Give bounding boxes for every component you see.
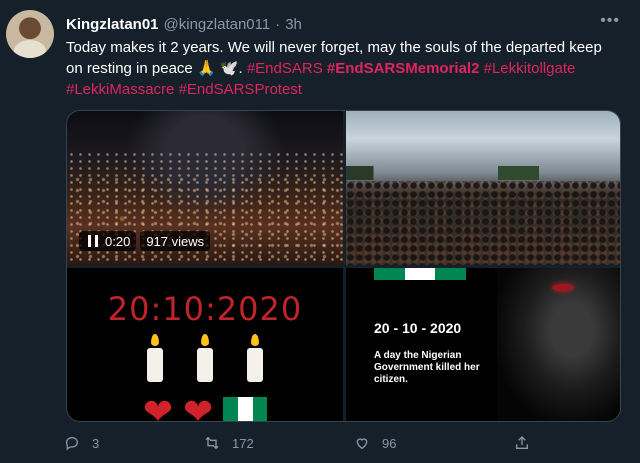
photo-memorial-poster[interactable]: 20 - 10 - 2020 A day the Nigerian Govern… [346,268,620,421]
more-options-icon[interactable]: ••• [600,12,620,30]
poster-caption: A day the Nigerian Government killed her… [374,350,480,385]
avatar[interactable] [6,10,54,58]
timestamp[interactable]: 3h [285,16,302,33]
tweet-actions: 3 172 96 [64,432,534,454]
hashtag-endsarsprotest[interactable]: #EndSARSProtest [179,81,302,98]
reply-button[interactable]: 3 [64,432,184,454]
share-icon [516,436,528,449]
photo-memorial-candles[interactable]: 20:10:2020 ❤ ❤ [67,268,343,422]
retweet-count: 172 [232,435,254,451]
broken-heart-icon: ❤ [142,391,173,422]
memorial-symbols: ❤ ❤ [142,391,268,422]
video-candlelight-crowd[interactable]: 0:20 917 views [67,111,343,265]
share-button[interactable] [514,432,530,454]
tweet-text-line1: Today makes it 2 years. We will never fo… [66,39,602,56]
separator-dot: · [275,15,281,33]
broken-heart-icon: ❤ [183,391,214,422]
memorial-date: 20:10:2020 [107,290,303,328]
poster-date: 20 - 10 - 2020 [374,320,462,336]
candle-icon [197,334,213,382]
crowd [346,181,620,265]
reply-icon [65,436,79,451]
user-handle[interactable]: @kingzlatan011 [164,16,271,33]
candle-icon [147,334,163,382]
like-count: 96 [382,435,397,451]
photo-protest-crowd[interactable] [346,111,620,265]
retweet-button[interactable]: 172 [204,432,344,454]
hashtag-lekkitollgate[interactable]: #Lekkitollgate [484,60,576,77]
candles [147,334,263,382]
display-name[interactable]: Kingzlatan01 [66,16,159,33]
pause-icon [88,235,98,247]
tweet-text: Today makes it 2 years. We will never fo… [66,39,602,98]
hashtag-endsarsmemorial2[interactable]: #EndSARSMemorial2 [327,60,480,77]
video-time: 0:20 [105,233,131,249]
video-views: 917 views [140,231,211,251]
nigeria-flag-strip [374,268,467,280]
hashtag-lekkimassacre[interactable]: #LekkiMassacre [66,81,174,98]
candle-icon [247,334,263,382]
red-eye [552,284,574,291]
retweet-icon [205,436,219,450]
nigeria-flag-icon [223,397,268,421]
hashtag-endsars[interactable]: #EndSARS [247,60,323,77]
media-grid: 0:20 917 views 20:10:2020 ❤ ❤ 20 - 10 - [66,110,621,422]
reply-count: 3 [92,435,100,451]
pray-emoji: 🙏 [196,60,216,77]
video-timer[interactable]: 0:20 [79,231,137,251]
tree-line [346,166,620,180]
like-button[interactable]: 96 [354,432,494,454]
tearful-face-image [497,268,620,421]
tweet-text-line2: on resting in peace [66,60,193,77]
video-badge: 0:20 917 views [79,231,211,251]
heart-icon [356,438,368,450]
dove-emoji: 🕊️ [219,60,239,77]
tweet-header: Kingzlatan01 @kingzlatan011 · 3h ••• [66,12,620,34]
